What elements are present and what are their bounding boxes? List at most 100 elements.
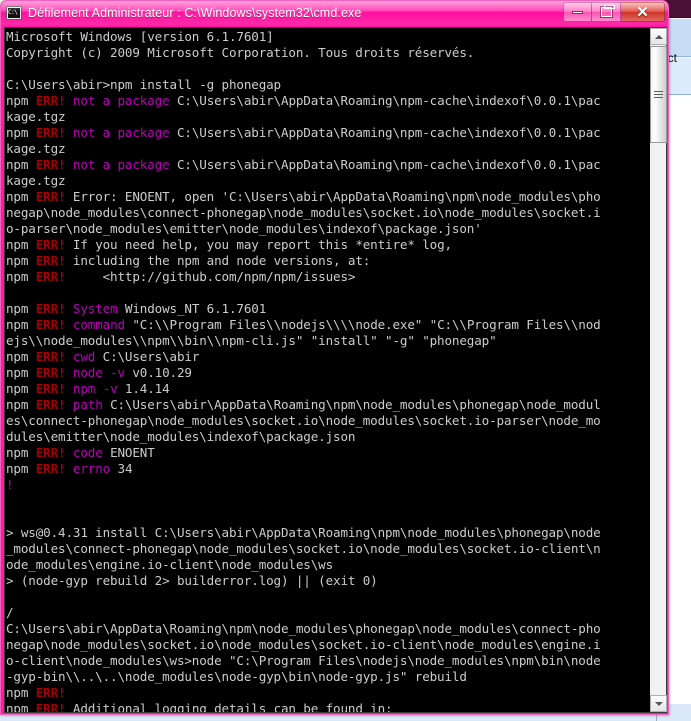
console-line: Copyright (c) 2009 Microsoft Corporation…: [6, 45, 649, 61]
console-line: npm ERR! Additional logging details can …: [6, 701, 649, 712]
console-line: npm ERR! path C:\Users\abir\AppData\Roam…: [6, 397, 649, 413]
console-scrollbar[interactable]: [649, 28, 668, 712]
console-span: ERR!: [35, 93, 66, 108]
cmd-window[interactable]: Défilement Administrateur : C:\Windows\s…: [0, 0, 669, 715]
console-span: ode_modules\engine.io-client\node_module…: [6, 557, 334, 572]
console-span: code: [72, 445, 103, 460]
console-span: [65, 381, 72, 396]
console-span: > ws@0.4.31 install C:\Users\abir\AppDat…: [6, 525, 601, 540]
close-icon: ✕: [636, 3, 649, 21]
console-span: ERR!: [35, 381, 66, 396]
console-span: es\connect-phonegap\node_modules\socket.…: [6, 413, 601, 428]
console-span: not a package: [72, 157, 170, 172]
console-span: Additional logging details can be found …: [65, 701, 393, 712]
minimize-icon: [572, 10, 583, 14]
console-line: npm ERR! node -v v0.10.29: [6, 365, 649, 381]
console-line: kage.tgz: [6, 173, 649, 189]
console-line: npm ERR! cwd C:\Users\abir: [6, 349, 649, 365]
console-line: Microsoft Windows [version 6.1.7601]: [6, 29, 649, 45]
console-span: npm: [6, 381, 36, 396]
console-span: Microsoft Windows [version 6.1.7601]: [6, 29, 274, 44]
console-line: npm ERR! including the npm and node vers…: [6, 253, 649, 269]
console-span: npm: [6, 269, 36, 284]
console-span: C:\Users\abir\AppData\Roaming\npm\node_m…: [6, 621, 601, 636]
console-span: path: [72, 397, 103, 412]
console-span: npm: [6, 157, 36, 172]
console-span: npm: [6, 317, 36, 332]
console-output[interactable]: Microsoft Windows [version 6.1.7601] Copy…: [5, 28, 650, 712]
console-span: [65, 365, 72, 380]
console-span: including the npm and node versions, at:: [65, 253, 371, 268]
console-line: _modules\connect-phonegap\node_modules\s…: [6, 541, 649, 557]
scrollbar-up-button[interactable]: [650, 28, 668, 45]
console-line: o-client\node_modules\ws>node "C:\Progra…: [6, 653, 649, 669]
console-span: npm: [6, 461, 36, 476]
console-area[interactable]: Microsoft Windows [version 6.1.7601] Copy…: [4, 27, 668, 713]
maximize-button[interactable]: [592, 2, 621, 22]
console-span: o-client\node_modules\ws>node "C:\Progra…: [6, 653, 601, 668]
console-span: [65, 317, 72, 332]
console-span: negap\node_modules\connect-phonegap\node…: [6, 205, 601, 220]
console-span: cwd: [72, 349, 96, 364]
console-span: npm: [6, 365, 36, 380]
console-span: npm -v: [72, 381, 118, 396]
console-span: kage.tgz: [6, 109, 66, 124]
console-span: 34: [110, 461, 133, 476]
console-span: o-parser\node_modules\emitter\node_modul…: [6, 221, 482, 236]
restore-icon: [600, 5, 615, 17]
console-span: ERR!: [35, 685, 66, 700]
console-line: > (node-gyp rebuild 2> builderror.log) |…: [6, 573, 649, 589]
console-line: npm ERR! code ENOENT: [6, 445, 649, 461]
console-line: npm ERR! If you need help, you may repor…: [6, 237, 649, 253]
console-span: If you need help, you may report this *e…: [65, 237, 452, 252]
console-span: npm: [6, 237, 36, 252]
console-span: C:\Users\abir\AppData\Roaming\npm-cache\…: [169, 157, 601, 172]
console-span: [65, 125, 72, 140]
console-span: negap\node_modules\socket.io\node_module…: [6, 637, 601, 652]
console-span: ejs\\node_modules\\npm\\bin\\npm-cli.js"…: [6, 333, 497, 348]
grip-icon: [654, 91, 664, 98]
console-span: ERR!: [35, 461, 66, 476]
console-span: ERR!: [35, 253, 66, 268]
console-span: [65, 445, 72, 460]
console-span: npm: [6, 125, 36, 140]
console-span: ERR!: [35, 157, 66, 172]
console-span: Copyright (c) 2009 Microsoft Corporation…: [6, 45, 475, 60]
console-span: ERR!: [35, 701, 66, 712]
console-line: es\connect-phonegap\node_modules\socket.…: [6, 413, 649, 429]
console-line: npm ERR! <http://github.com/npm/npm/issu…: [6, 269, 649, 285]
console-span: node -v: [72, 365, 125, 380]
console-span: command: [72, 317, 125, 332]
minimize-button[interactable]: [563, 2, 592, 22]
console-span: dules\emitter\node_modules\indexof\packa…: [6, 429, 356, 444]
console-line: kage.tgz: [6, 109, 649, 125]
console-span: ERR!: [35, 237, 66, 252]
console-span: ERR!: [35, 269, 66, 284]
console-span: > (node-gyp rebuild 2> builderror.log) |…: [6, 573, 378, 588]
console-line: npm ERR! System Windows_NT 6.1.7601: [6, 301, 649, 317]
scrollbar-down-button[interactable]: [650, 695, 668, 712]
console-line: C:\Users\abir>npm install -g phonegap: [6, 77, 649, 93]
chevron-down-icon: [654, 701, 663, 706]
console-line: -gyp-bin\\..\..\node_modules\node-gyp\bi…: [6, 669, 649, 685]
console-span: npm: [6, 701, 36, 712]
console-line: npm ERR!: [6, 685, 649, 701]
console-line: npm ERR! errno 34: [6, 461, 649, 477]
console-span: kage.tgz: [6, 141, 66, 156]
scrollbar-thumb[interactable]: [650, 46, 668, 143]
console-span: [65, 301, 72, 316]
console-span: npm: [6, 685, 36, 700]
console-span: [65, 349, 72, 364]
console-span: [65, 157, 72, 172]
console-span: npm: [6, 397, 36, 412]
titlebar[interactable]: Défilement Administrateur : C:\Windows\s…: [1, 1, 668, 25]
console-span: 1.4.14: [117, 381, 170, 396]
console-span: C:\Users\abir: [95, 349, 200, 364]
console-span: npm: [6, 301, 36, 316]
console-span: ERR!: [35, 445, 66, 460]
close-button[interactable]: ✕: [621, 2, 665, 22]
console-span: not a package: [72, 125, 170, 140]
chevron-up-icon: [654, 34, 663, 39]
